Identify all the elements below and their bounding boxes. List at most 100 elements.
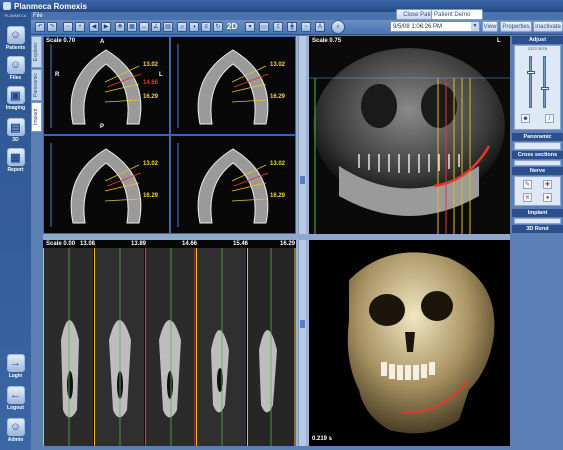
patients-icon: ☺ bbox=[6, 26, 25, 44]
orient-left: L bbox=[497, 38, 501, 44]
3d-render-viewport[interactable]: 0.219 s bbox=[309, 240, 510, 446]
study-date-select[interactable]: 9/5/08 1:06:26 PM ▼ bbox=[390, 21, 480, 32]
search-icon[interactable]: ⌕ bbox=[331, 20, 345, 34]
inactivate-button[interactable]: Inactivate bbox=[533, 21, 563, 32]
grid-icon[interactable]: ▦ bbox=[127, 22, 137, 32]
patient-name-field[interactable]: Patient Demo bbox=[431, 9, 483, 20]
invert-icon[interactable]: ◑ bbox=[189, 22, 199, 32]
angle-icon[interactable]: ∠ bbox=[151, 22, 161, 32]
nav-3d[interactable]: ▤ 3D bbox=[2, 118, 29, 143]
save-icon[interactable]: ▾ bbox=[245, 22, 255, 32]
viewport-splitter-vertical[interactable] bbox=[296, 36, 309, 446]
orient-anterior: A bbox=[100, 39, 105, 45]
panoramic-box bbox=[514, 142, 561, 150]
tab-panoramic[interactable]: Panoramic bbox=[31, 69, 42, 101]
view-button[interactable]: View bbox=[482, 21, 498, 32]
nerve-edit-icon[interactable]: ✚ bbox=[543, 180, 552, 189]
measure-label: 16.29 bbox=[270, 193, 286, 199]
cross-position-label: 15.46 bbox=[233, 241, 249, 247]
report-icon: ▦ bbox=[6, 148, 25, 166]
nav-files[interactable]: ☺ Files bbox=[2, 56, 29, 81]
cross-position-label: 14.66 bbox=[182, 241, 198, 247]
measure-label: 13.02 bbox=[143, 62, 159, 68]
3d-render-header[interactable]: 3D Rend bbox=[512, 225, 563, 233]
nav-3d-label: 3D bbox=[12, 137, 19, 143]
brand-logo: PLANMECA bbox=[4, 13, 27, 18]
nerve-draw-icon[interactable]: ✎ bbox=[523, 180, 532, 189]
axial-scrollbar[interactable] bbox=[298, 36, 306, 234]
annotate-icon[interactable]: A bbox=[315, 22, 325, 32]
properties-button[interactable]: Properties bbox=[500, 21, 532, 32]
left-nav: PLANMECA ☺ Patients ☺ Files ▣ Imaging ▤ … bbox=[0, 12, 31, 450]
brightness-icon[interactable]: ☼ bbox=[177, 22, 187, 32]
cross-scale-label: Scale 0.00 bbox=[46, 241, 76, 247]
axial-viewport[interactable]: Scale 0.70 A R L P 13.02 14.66 16.29 13.… bbox=[43, 36, 296, 234]
tab-implant[interactable]: Implant bbox=[31, 102, 42, 132]
zoom-out-icon[interactable]: − bbox=[63, 22, 73, 32]
pen-icon[interactable]: / bbox=[545, 114, 554, 123]
implant-header[interactable]: Implant bbox=[512, 209, 563, 217]
nerve-delete-icon[interactable]: ✕ bbox=[523, 193, 532, 202]
nav-logout-label: Logout bbox=[7, 405, 24, 411]
nav-report-label: Report bbox=[7, 167, 24, 173]
nav-patients[interactable]: ☺ Patients bbox=[2, 26, 29, 51]
axial-images bbox=[43, 36, 296, 234]
cross-section-viewport[interactable]: Scale 0.00 13.08 13.89 14.66 15.46 16.29 bbox=[43, 240, 296, 446]
next-icon[interactable]: ▶ bbox=[101, 22, 111, 32]
window-title: Planmeca Romexis bbox=[14, 1, 87, 11]
undo-icon[interactable]: ↶ bbox=[35, 22, 45, 32]
2d-toggle[interactable]: 2D bbox=[227, 22, 237, 31]
measure-label: 13.02 bbox=[143, 161, 159, 167]
files-icon: ☺ bbox=[6, 56, 25, 74]
orient-posterior: P bbox=[100, 124, 105, 130]
nerve-header[interactable]: Nerve bbox=[512, 167, 563, 175]
3d-icon: ▤ bbox=[6, 118, 25, 136]
nav-files-label: Files bbox=[9, 75, 22, 81]
implant-box bbox=[514, 218, 561, 224]
zoom-in-icon[interactable]: + bbox=[75, 22, 85, 32]
nav-imaging[interactable]: ▣ Imaging bbox=[2, 86, 29, 111]
level-slider[interactable] bbox=[527, 56, 535, 108]
nav-imaging-label: Imaging bbox=[5, 105, 26, 111]
rotate-icon[interactable]: ↻ bbox=[213, 22, 223, 32]
file-menu[interactable]: File bbox=[33, 13, 43, 19]
admin-icon: ☺ bbox=[6, 418, 25, 436]
width-slider[interactable] bbox=[541, 56, 549, 108]
logout-icon: ← bbox=[6, 386, 25, 404]
redo-icon[interactable]: ↷ bbox=[47, 22, 57, 32]
filter-icon[interactable]: ≡ bbox=[201, 22, 211, 32]
panoramic-header[interactable]: Panoramic bbox=[512, 133, 563, 141]
panoramic-image bbox=[309, 36, 510, 234]
nerve-color-icon[interactable]: ● bbox=[543, 193, 552, 202]
nav-admin[interactable]: ☺ Admin bbox=[2, 418, 29, 443]
pan-icon[interactable]: ✥ bbox=[115, 22, 125, 32]
implant-tool-icon[interactable]: ╋ bbox=[287, 22, 297, 32]
cross-sections-header[interactable]: Cross sections bbox=[512, 151, 563, 159]
tab-explorer[interactable]: Explorer bbox=[31, 36, 42, 68]
imaging-icon: ▣ bbox=[6, 86, 25, 104]
axial-scale-label: Scale 0.70 bbox=[46, 38, 76, 44]
window-range-label: 2372 3076 bbox=[528, 46, 547, 51]
orient-right: R bbox=[55, 72, 60, 78]
measure-icon[interactable]: ↔ bbox=[139, 22, 149, 32]
skull-preset-icon[interactable]: ☻ bbox=[521, 114, 530, 123]
nav-logout[interactable]: ← Logout bbox=[2, 386, 29, 411]
cross-section-images bbox=[43, 240, 296, 446]
login-icon: → bbox=[6, 354, 25, 372]
layout-icon[interactable]: ▤ bbox=[163, 22, 173, 32]
print-icon[interactable]: ▭ bbox=[259, 22, 269, 32]
panoramic-viewport[interactable]: Scale 0.75 L bbox=[309, 36, 510, 234]
study-date-value: 9/5/08 1:06:26 PM bbox=[393, 24, 443, 30]
chevron-down-icon: ▼ bbox=[471, 22, 479, 31]
nav-admin-label: Admin bbox=[7, 437, 24, 443]
prev-icon[interactable]: ◀ bbox=[89, 22, 99, 32]
app-icon bbox=[3, 2, 11, 10]
nav-login[interactable]: → Login bbox=[2, 354, 29, 379]
nerve-tool-icon[interactable]: ~ bbox=[301, 22, 311, 32]
app-window: Planmeca Romexis PLANMECA ☺ Patients ☺ F… bbox=[0, 0, 563, 450]
export-icon[interactable]: ⇪ bbox=[273, 22, 283, 32]
nav-report[interactable]: ▦ Report bbox=[2, 148, 29, 173]
cross-scrollbar[interactable] bbox=[298, 240, 306, 446]
3d-skull-render bbox=[309, 240, 510, 446]
cross-position-label: 13.89 bbox=[131, 241, 147, 247]
